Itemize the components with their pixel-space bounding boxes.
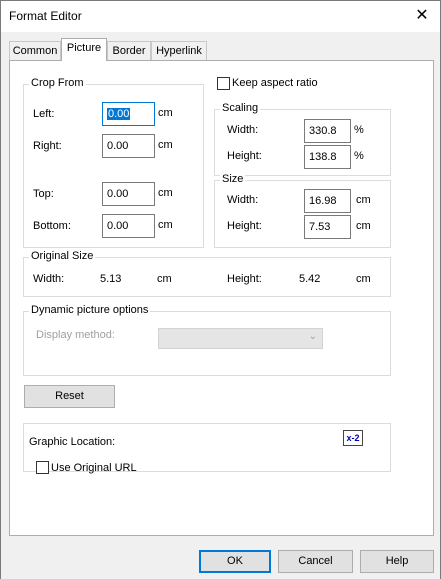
tab-hyperlink[interactable]: Hyperlink bbox=[151, 41, 207, 60]
original-size-title: Original Size bbox=[29, 250, 96, 262]
scaling-height-unit: % bbox=[354, 150, 364, 162]
scaling-title: Scaling bbox=[220, 102, 261, 114]
crop-right-input[interactable]: 0.00 bbox=[102, 134, 155, 158]
crop-top-label: Top: bbox=[33, 188, 54, 200]
scaling-height-input[interactable]: 138.8 bbox=[304, 145, 351, 169]
crop-bottom-unit: cm bbox=[158, 219, 173, 231]
use-original-url-checkbox[interactable] bbox=[36, 461, 49, 474]
dialog-button-bar: OK Cancel Help bbox=[1, 541, 440, 579]
scaling-group bbox=[214, 109, 391, 176]
formula-icon[interactable]: x-2 bbox=[343, 430, 363, 446]
scaling-width-label: Width: bbox=[227, 124, 259, 136]
original-height-value: 5.42 bbox=[299, 273, 321, 285]
help-button[interactable]: Help bbox=[360, 550, 434, 573]
picture-panel: Crop From Left: 0.00 cm Right: 0.00 cm T… bbox=[9, 60, 434, 536]
tab-picture[interactable]: Picture bbox=[61, 38, 107, 61]
size-height-input[interactable]: 7.53 bbox=[304, 215, 351, 239]
crop-right-label: Right: bbox=[33, 140, 62, 152]
title-bar: Format Editor ✕ bbox=[1, 1, 440, 32]
scaling-width-input[interactable]: 330.8 bbox=[304, 119, 351, 143]
crop-right-unit: cm bbox=[158, 139, 173, 151]
crop-top-unit: cm bbox=[158, 187, 173, 199]
close-icon[interactable]: ✕ bbox=[412, 6, 432, 26]
scaling-height-label: Height: bbox=[227, 150, 262, 162]
scaling-width-unit: % bbox=[354, 124, 364, 136]
size-height-unit: cm bbox=[356, 220, 371, 232]
original-width-label: Width: bbox=[33, 273, 65, 285]
crop-bottom-input[interactable]: 0.00 bbox=[102, 214, 155, 238]
original-width-value: 5.13 bbox=[100, 273, 122, 285]
size-title: Size bbox=[220, 173, 246, 185]
tab-border[interactable]: Border bbox=[107, 41, 151, 60]
reset-button[interactable]: Reset bbox=[24, 385, 115, 408]
crop-top-input[interactable]: 0.00 bbox=[102, 182, 155, 206]
original-height-unit: cm bbox=[356, 273, 371, 285]
graphic-location-label: Graphic Location: bbox=[29, 436, 116, 448]
size-width-input[interactable]: 16.98 bbox=[304, 189, 351, 213]
display-method-label: Display method: bbox=[36, 329, 115, 341]
cancel-button[interactable]: Cancel bbox=[278, 550, 353, 573]
keep-aspect-checkbox[interactable] bbox=[217, 77, 230, 90]
original-width-unit: cm bbox=[157, 273, 172, 285]
keep-aspect-label: Keep aspect ratio bbox=[232, 77, 318, 89]
size-height-label: Height: bbox=[227, 220, 262, 232]
use-original-url-label: Use Original URL bbox=[51, 462, 137, 474]
ok-button[interactable]: OK bbox=[199, 550, 271, 573]
size-group bbox=[214, 180, 391, 248]
format-editor-dialog: Format Editor ✕ Common Picture Border Hy… bbox=[0, 0, 441, 579]
dynamic-options-title: Dynamic picture options bbox=[29, 304, 151, 316]
crop-left-unit: cm bbox=[158, 107, 173, 119]
crop-bottom-label: Bottom: bbox=[33, 220, 71, 232]
original-size-group bbox=[23, 257, 391, 297]
original-height-label: Height: bbox=[227, 273, 262, 285]
display-method-select[interactable]: ⌄ bbox=[158, 328, 323, 349]
size-width-unit: cm bbox=[356, 194, 371, 206]
crop-from-title: Crop From bbox=[29, 77, 86, 89]
window-title: Format Editor bbox=[9, 9, 82, 23]
crop-left-value: 0.00 bbox=[107, 108, 131, 120]
crop-left-input[interactable]: 0.00 bbox=[102, 102, 155, 126]
chevron-down-icon: ⌄ bbox=[308, 331, 317, 342]
tab-common[interactable]: Common bbox=[9, 41, 61, 60]
crop-left-label: Left: bbox=[33, 108, 55, 120]
size-width-label: Width: bbox=[227, 194, 259, 206]
